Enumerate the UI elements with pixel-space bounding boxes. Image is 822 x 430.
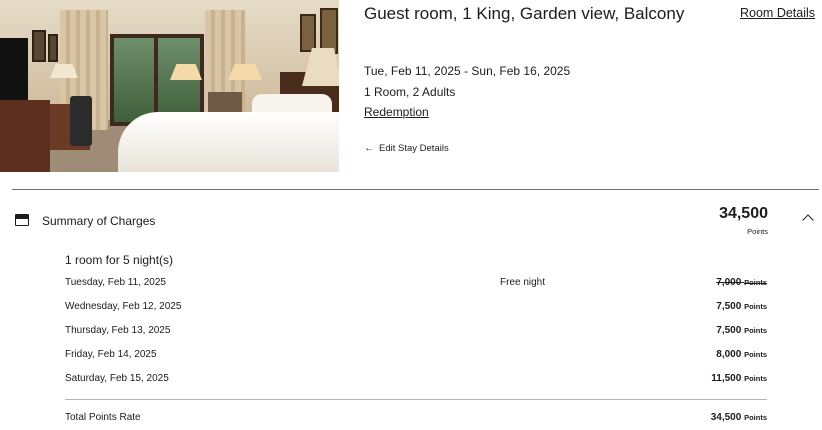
night-row: Wednesday, Feb 12, 2025 7,500 Points: [65, 301, 767, 317]
guest-count: 1 Room, 2 Adults: [364, 85, 456, 99]
room-photo: [0, 0, 339, 172]
arrow-left-icon: ←: [364, 143, 374, 154]
rooms-nights-label: 1 room for 5 night(s): [65, 253, 174, 267]
night-amount: 11,500 Points: [711, 373, 767, 384]
night-amount: 7,500 Points: [716, 301, 767, 312]
summary-total-unit: Points: [747, 227, 768, 236]
night-note: Free night: [500, 277, 546, 288]
stay-dates: Tue, Feb 11, 2025 - Sun, Feb 16, 2025: [364, 64, 571, 78]
room-title: Guest room, 1 King, Garden view, Balcony: [364, 4, 685, 23]
edit-stay-label: Edit Stay Details: [379, 143, 449, 154]
edit-stay-details-link[interactable]: ← Edit Stay Details: [364, 143, 449, 154]
rate-type-link[interactable]: Redemption: [364, 105, 429, 119]
night-date: Tuesday, Feb 11, 2025: [65, 277, 166, 288]
total-points-amount: 34,500 Points: [710, 412, 767, 423]
night-amount: 8,000 Points: [716, 349, 767, 360]
night-row: Tuesday, Feb 11, 2025 Free night 7,000 P…: [65, 277, 767, 293]
night-date: Wednesday, Feb 12, 2025: [65, 301, 182, 312]
receipt-icon: [15, 214, 29, 226]
night-date: Thursday, Feb 13, 2025: [65, 325, 171, 336]
night-date: Friday, Feb 14, 2025: [65, 349, 157, 360]
night-amount: 7,500 Points: [716, 325, 767, 336]
total-divider: [65, 399, 767, 400]
total-points-row: Total Points Rate 34,500 Points: [65, 412, 767, 428]
night-row: Thursday, Feb 13, 2025 7,500 Points: [65, 325, 767, 341]
room-details-link[interactable]: Room Details: [740, 6, 815, 20]
night-date: Saturday, Feb 15, 2025: [65, 373, 169, 384]
total-points-label: Total Points Rate: [65, 412, 141, 423]
night-row: Saturday, Feb 15, 2025 11,500 Points: [65, 373, 767, 389]
section-divider: [12, 189, 819, 190]
chevron-up-icon[interactable]: [802, 214, 814, 226]
night-row: Friday, Feb 14, 2025 8,000 Points: [65, 349, 767, 365]
night-amount: 7,000 Points: [716, 277, 767, 288]
summary-total-points: 34,500: [719, 205, 768, 222]
summary-of-charges-label: Summary of Charges: [42, 214, 156, 228]
